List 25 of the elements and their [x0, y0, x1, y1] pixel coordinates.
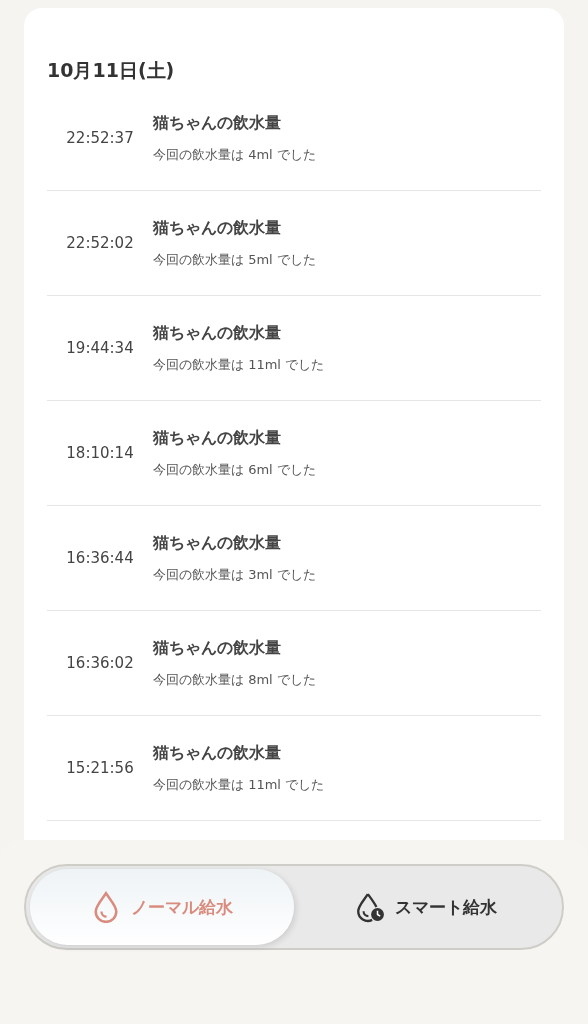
drop-clock-icon [355, 891, 385, 923]
record-detail: 今回の飲水量は 4ml でした [153, 145, 316, 164]
mode-tab[interactable]: スマート給水 [294, 869, 558, 945]
record-title: 猫ちゃんの飲水量 [153, 217, 282, 239]
record-detail: 今回の飲水量は 11ml でした [153, 775, 325, 794]
record-time: 22:52:02 [65, 234, 135, 252]
record-time: 22:52:37 [65, 129, 135, 147]
record-title: 猫ちゃんの飲水量 [153, 532, 282, 554]
record-detail: 今回の飲水量は 8ml でした [153, 670, 316, 689]
record-title: 猫ちゃんの飲水量 [153, 427, 282, 449]
record-title: 猫ちゃんの飲水量 [153, 742, 282, 764]
record-time: 16:36:44 [65, 549, 135, 567]
record-time: 15:21:56 [65, 759, 135, 777]
record-time: 18:10:14 [65, 444, 135, 462]
record-detail: 今回の飲水量は 11ml でした [153, 355, 325, 374]
record-time: 19:44:34 [65, 339, 135, 357]
record-detail: 今回の飲水量は 5ml でした [153, 250, 316, 269]
water-drop-icon [91, 891, 121, 923]
date-header: 10月11日(土) [47, 58, 176, 83]
record-time: 16:36:02 [65, 654, 135, 672]
record-detail: 今回の飲水量は 6ml でした [153, 460, 316, 479]
record-title: 猫ちゃんの飲水量 [153, 322, 282, 344]
record-title: 猫ちゃんの飲水量 [153, 637, 282, 659]
record-title: 猫ちゃんの飲水量 [153, 112, 282, 134]
record-detail: 今回の飲水量は 3ml でした [153, 565, 316, 584]
